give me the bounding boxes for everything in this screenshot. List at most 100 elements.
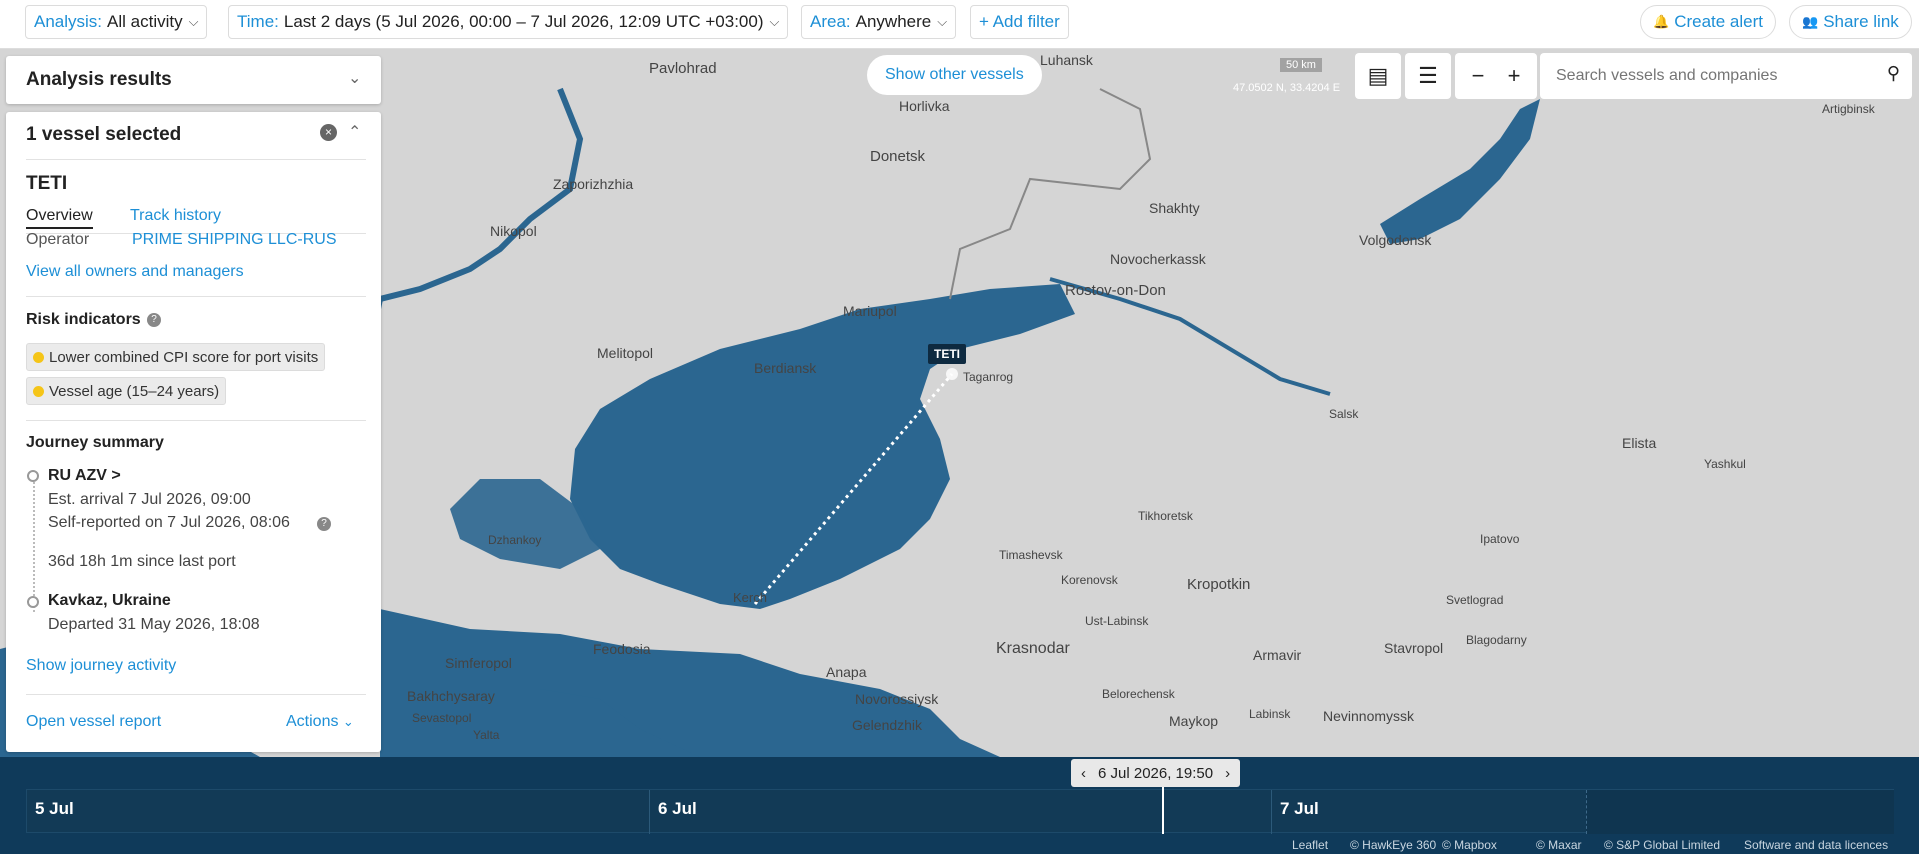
timeline-day: 5 Jul: [35, 799, 74, 818]
prev-arrow-icon[interactable]: ‹: [1081, 765, 1086, 782]
city-label: Luhansk: [1040, 52, 1093, 68]
attribution-link[interactable]: © S&P Global Limited: [1604, 838, 1720, 852]
view-owners-link[interactable]: View all owners and managers: [26, 263, 244, 281]
city-label: Krasnodar: [996, 640, 1070, 657]
attribution-link[interactable]: © HawkEye 360: [1350, 838, 1436, 852]
area-filter-key: Area:: [810, 12, 851, 31]
est-arrival: Est. arrival 7 Jul 2026, 09:00: [48, 491, 251, 508]
city-label: Svetlograd: [1446, 593, 1504, 607]
attribution-link[interactable]: Software and data licences: [1744, 838, 1888, 852]
chevron-down-icon[interactable]: ⌄: [348, 68, 361, 88]
city-label: Yashkul: [1704, 457, 1746, 471]
create-alert-button[interactable]: 🔔 Create alert: [1640, 5, 1777, 39]
tab-overview[interactable]: Overview: [26, 207, 93, 229]
origin-marker-icon: [27, 596, 39, 608]
attribution-link[interactable]: Leaflet: [1292, 838, 1328, 852]
risk-chip: Lower combined CPI score for port visits: [26, 343, 326, 371]
actions-label: Actions: [286, 713, 339, 730]
help-icon[interactable]: ?: [147, 313, 161, 327]
city-label: Novorossiysk: [855, 691, 939, 707]
analysis-filter[interactable]: Analysis: All activity ⌵: [25, 5, 208, 39]
layers-icon[interactable]: ☰: [1405, 53, 1451, 99]
attribution-link[interactable]: © Mapbox: [1442, 838, 1497, 852]
analysis-results-panel[interactable]: Analysis results ⌄: [6, 56, 381, 104]
time-filter[interactable]: Time: Last 2 days (5 Jul 2026, 00:00 – 7…: [228, 5, 789, 39]
risk-chip-label: Vessel age (15–24 years): [49, 382, 220, 400]
divider: [26, 296, 366, 297]
city-label: Timashevsk: [999, 548, 1063, 562]
attribution-link[interactable]: © Maxar: [1536, 838, 1582, 852]
show-other-vessels-button[interactable]: Show other vessels: [867, 55, 1042, 95]
analysis-filter-key: Analysis:: [34, 12, 103, 31]
selected-count: 1 vessel selected: [26, 124, 182, 145]
destination-marker-icon: [27, 470, 39, 482]
search-input[interactable]: [1556, 63, 1856, 89]
city-label: Stavropol: [1384, 640, 1444, 656]
timeline-current-box: ‹ 6 Jul 2026, 19:50 ›: [1071, 759, 1241, 787]
city-label: Nikopol: [490, 223, 537, 239]
self-reported: Self-reported on 7 Jul 2026, 08:06: [48, 514, 290, 531]
vessel-map-tag[interactable]: TETI: [928, 344, 966, 364]
tab-track-history[interactable]: Track history: [130, 207, 221, 225]
map-scale: 50 km: [1280, 58, 1322, 72]
share-link-button[interactable]: 👥 Share link: [1789, 5, 1912, 39]
clear-selection-icon[interactable]: ×: [320, 124, 337, 141]
city-label: Yalta: [473, 728, 500, 742]
create-alert-label: Create alert: [1674, 12, 1764, 31]
area-filter[interactable]: Area: Anywhere ⌵: [801, 5, 957, 39]
city-label: Rostov-on-Don: [1065, 282, 1166, 299]
city-label: Berdiansk: [754, 360, 817, 376]
city-label: Maykop: [1169, 713, 1219, 729]
operator-label: Operator: [26, 231, 90, 248]
next-arrow-icon[interactable]: ›: [1225, 765, 1230, 782]
city-label: Volgodonsk: [1359, 232, 1432, 248]
time-filter-key: Time:: [237, 12, 279, 31]
city-label: Dzhankoy: [488, 533, 542, 547]
city-label: Taganrog: [963, 370, 1014, 384]
actions-button[interactable]: Actions ⌄: [286, 713, 354, 731]
city-label: Mariupol: [843, 303, 897, 319]
operator-link[interactable]: PRIME SHIPPING LLC-RUS: [132, 231, 336, 249]
city-label: Pavlohrad: [649, 60, 717, 77]
destination-port[interactable]: RU AZV >: [48, 467, 121, 485]
time-filter-value: Last 2 days (5 Jul 2026, 00:00 – 7 Jul 2…: [283, 12, 764, 31]
bell-icon: 🔔: [1653, 14, 1670, 29]
chevron-down-icon: ⌵: [937, 14, 948, 29]
city-label: Blagodarny: [1466, 633, 1527, 647]
help-icon[interactable]: ?: [317, 517, 331, 531]
risk-chip: Vessel age (15–24 years): [26, 377, 227, 405]
city-label: Zaporizhzhia: [553, 176, 634, 192]
search-icon[interactable]: ⚲: [1887, 63, 1900, 84]
vessel-name: TETI: [26, 173, 68, 194]
search-box[interactable]: ⚲: [1540, 53, 1912, 99]
city-label: Anapa: [826, 664, 867, 680]
city-label: Melitopol: [597, 345, 654, 361]
journey-line: [33, 482, 35, 612]
open-report-link[interactable]: Open vessel report: [26, 713, 161, 731]
divider: [26, 420, 366, 421]
filter-bar: Analysis: All activity ⌵ Time: Last 2 da…: [0, 0, 1919, 49]
timeline-current-label: 6 Jul 2026, 19:50: [1098, 764, 1214, 782]
timeline-track[interactable]: 5 Jul 6 Jul 7 Jul: [26, 786, 1894, 834]
chevron-down-icon: ⌵: [188, 14, 199, 29]
show-journey-link[interactable]: Show journey activity: [26, 657, 176, 675]
timeline-cursor[interactable]: [1162, 786, 1164, 834]
city-label: Kropotkin: [1187, 576, 1251, 593]
city-label: Korenovsk: [1061, 573, 1118, 587]
timeline-future: [1586, 790, 1894, 834]
divider: [26, 694, 366, 695]
city-label: Belorechensk: [1102, 687, 1175, 701]
ruler-icon[interactable]: ▤: [1355, 53, 1401, 99]
city-label: Simferopol: [445, 655, 512, 671]
chevron-down-icon: ⌄: [342, 714, 354, 729]
users-icon: 👥: [1802, 14, 1819, 29]
city-label: Salsk: [1329, 407, 1359, 421]
origin-port: Kavkaz, Ukraine: [48, 592, 171, 609]
add-filter-button[interactable]: + Add filter: [970, 5, 1069, 39]
chevron-up-icon[interactable]: ⌃: [348, 122, 361, 142]
city-label: Nevinnomyssk: [1323, 708, 1415, 724]
zoom-in-button[interactable]: +: [1491, 53, 1537, 99]
analysis-results-title: Analysis results: [26, 69, 172, 90]
area-filter-value: Anywhere: [855, 12, 932, 31]
warning-dot-icon: [33, 351, 44, 363]
